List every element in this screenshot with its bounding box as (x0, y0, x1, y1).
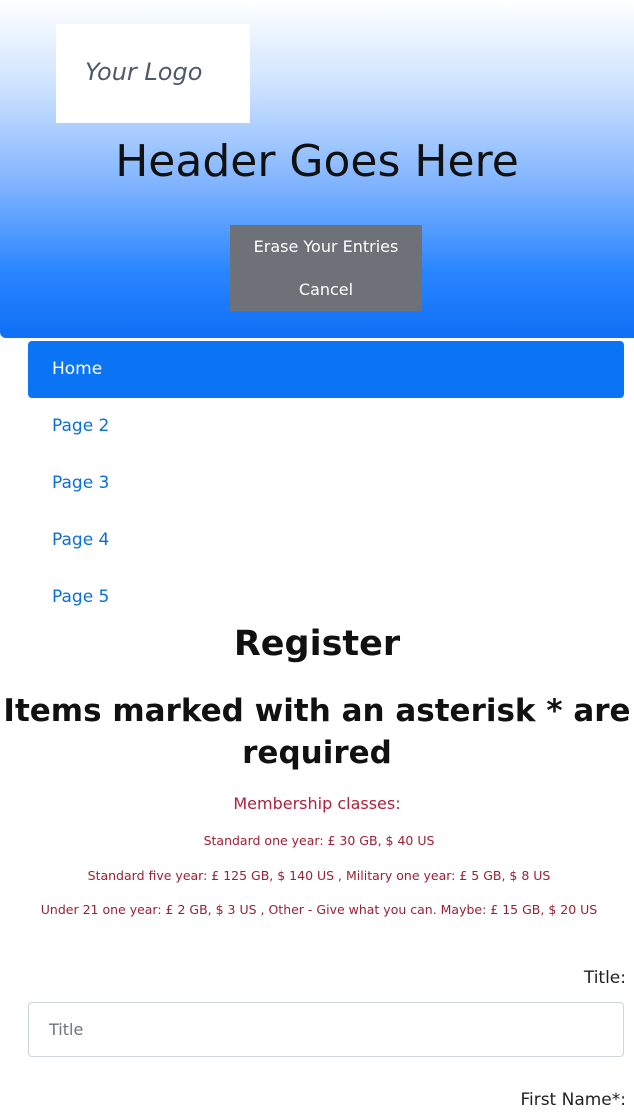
logo-text: Your Logo (85, 58, 203, 86)
page: Your Logo Header Goes Here Erase Your En… (0, 0, 634, 1117)
membership-line: Standard five year: £ 125 GB, $ 140 US ,… (87, 868, 551, 883)
nav-item-page-2[interactable]: Page 2 (28, 398, 624, 455)
title-label: Title: (583, 968, 626, 988)
header-button-group: Erase Your Entries Cancel (230, 225, 422, 311)
nav-item-page-4[interactable]: Page 4 (28, 512, 624, 569)
title-input[interactable] (28, 1002, 624, 1057)
required-note: Items marked with an asterisk * are requ… (3, 693, 631, 771)
first-name-label: First Name*: (520, 1090, 626, 1110)
nav-menu: Home Page 2 Page 3 Page 4 Page 5 (28, 341, 624, 626)
cancel-button[interactable]: Cancel (230, 268, 422, 311)
nav-item-page-3[interactable]: Page 3 (28, 455, 624, 512)
logo[interactable]: Your Logo (56, 24, 250, 123)
nav-item-page-5[interactable]: Page 5 (28, 569, 624, 626)
nav-item-home[interactable]: Home (28, 341, 624, 398)
page-header: Your Logo Header Goes Here Erase Your En… (0, 0, 634, 338)
erase-entries-button[interactable]: Erase Your Entries (230, 225, 422, 268)
register-title: Register (233, 624, 401, 664)
membership-heading: Membership classes: (233, 794, 401, 813)
membership-line: Standard one year: £ 30 GB, $ 40 US (203, 833, 435, 848)
header-title: Header Goes Here (115, 136, 519, 187)
membership-line: Under 21 one year: £ 2 GB, $ 3 US , Othe… (40, 902, 598, 917)
